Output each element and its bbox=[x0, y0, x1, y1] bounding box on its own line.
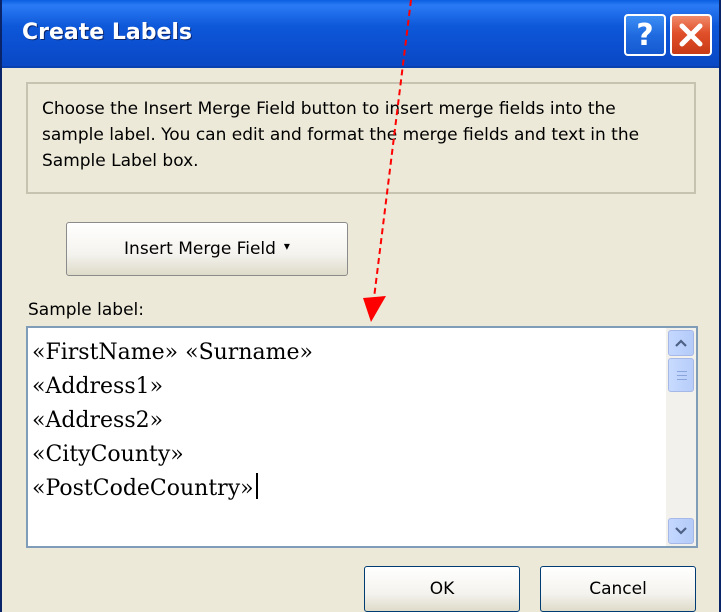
chevron-down-icon bbox=[675, 527, 687, 535]
cancel-button-label: Cancel bbox=[589, 579, 647, 599]
chevron-up-icon bbox=[675, 339, 687, 347]
dropdown-caret-icon: ▾ bbox=[283, 239, 290, 253]
text-cursor bbox=[255, 473, 258, 499]
sample-line-last: «PostCodeCountry» bbox=[32, 472, 313, 506]
vertical-scrollbar[interactable] bbox=[666, 328, 696, 546]
sample-label-caption: Sample label: bbox=[28, 300, 144, 320]
cancel-button[interactable]: Cancel bbox=[540, 566, 696, 612]
instructions-box: Choose the Insert Merge Field button to … bbox=[26, 82, 696, 194]
ok-button[interactable]: OK bbox=[364, 566, 520, 612]
close-button[interactable] bbox=[670, 14, 712, 56]
sample-line: «Address2» bbox=[32, 408, 164, 433]
help-button[interactable]: ? bbox=[624, 14, 666, 56]
grip-line bbox=[677, 375, 687, 376]
grip-line bbox=[677, 371, 687, 372]
sample-line: «Address1» bbox=[32, 374, 164, 399]
close-x-icon bbox=[679, 23, 703, 47]
sample-line: «FirstName» «Surname» bbox=[32, 340, 313, 365]
insert-merge-field-button[interactable]: Insert Merge Field ▾ bbox=[66, 222, 348, 276]
title-bar[interactable]: Create Labels ? bbox=[2, 0, 719, 68]
sample-line: «CityCounty» bbox=[32, 442, 184, 467]
sample-label-textbox[interactable]: «FirstName» «Surname» «Address1» «Addres… bbox=[26, 326, 698, 548]
create-labels-dialog: Create Labels ? Choose the Insert Merge … bbox=[0, 0, 721, 612]
question-mark-icon: ? bbox=[636, 17, 654, 53]
scroll-down-button[interactable] bbox=[668, 518, 694, 544]
sample-label-content[interactable]: «FirstName» «Surname» «Address1» «Addres… bbox=[32, 336, 313, 506]
scroll-thumb[interactable] bbox=[668, 358, 694, 392]
ok-button-label: OK bbox=[429, 579, 455, 599]
dialog-title: Create Labels bbox=[22, 20, 193, 45]
scroll-up-button[interactable] bbox=[668, 330, 694, 356]
instructions-text: Choose the Insert Merge Field button to … bbox=[42, 99, 640, 171]
grip-line bbox=[677, 379, 687, 380]
sample-line: «PostCodeCountry» bbox=[32, 476, 254, 501]
insert-merge-field-label: Insert Merge Field bbox=[124, 239, 276, 259]
